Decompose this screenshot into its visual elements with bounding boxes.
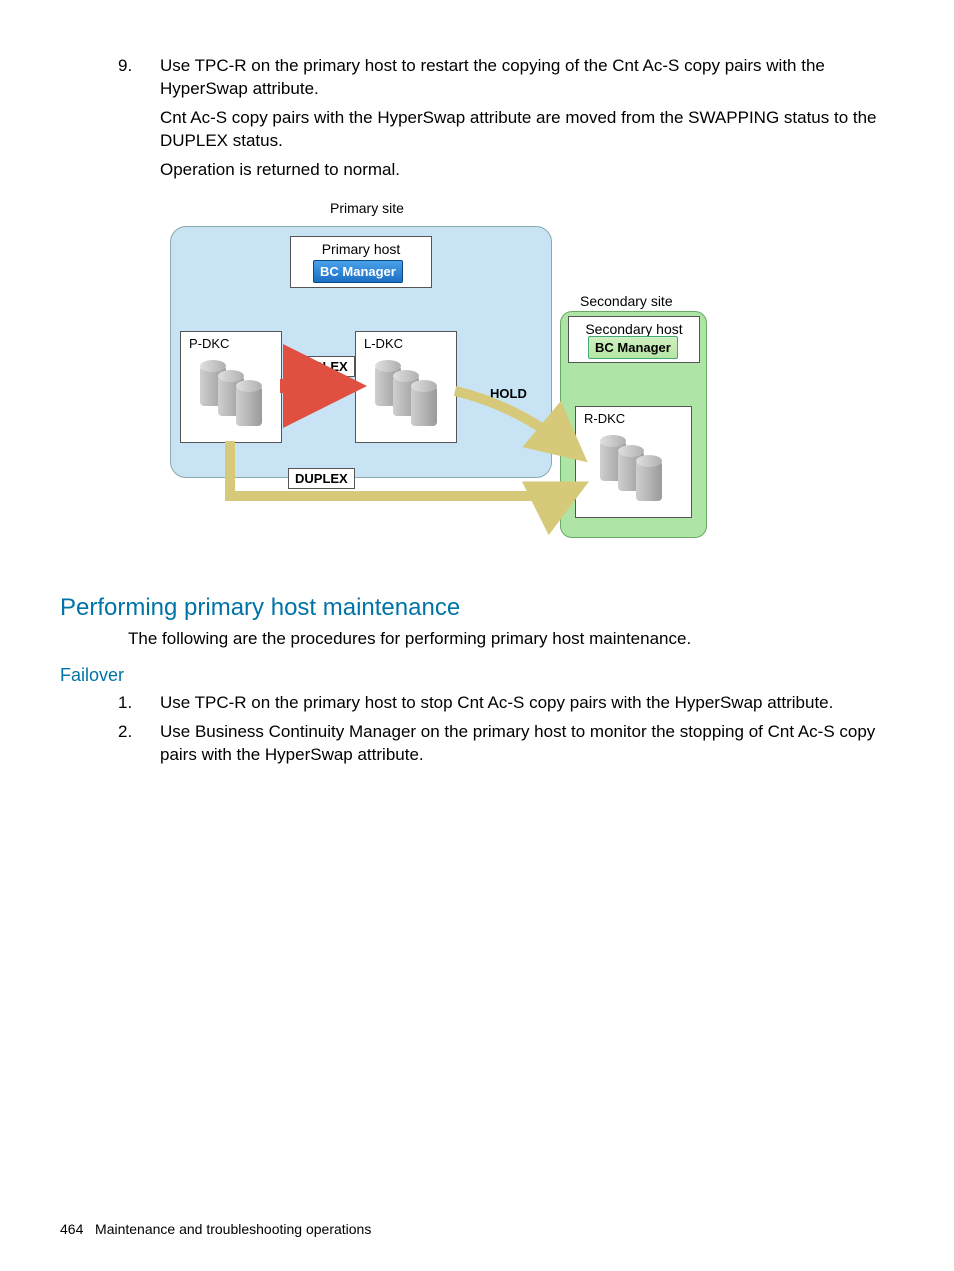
r-dkc-label: R-DKC <box>584 411 625 426</box>
list-item-9: 9. Use TPC-R on the primary host to rest… <box>118 55 894 101</box>
footer-title: Maintenance and troubleshooting operatio… <box>95 1221 371 1237</box>
page: 9. Use TPC-R on the primary host to rest… <box>0 0 954 1271</box>
page-number: 464 <box>60 1221 83 1237</box>
l-dkc-label: L-DKC <box>364 336 403 351</box>
list-number: 2. <box>118 721 160 744</box>
page-footer: 464 Maintenance and troubleshooting oper… <box>60 1221 371 1237</box>
list-number: 9. <box>118 55 160 78</box>
bc-manager-primary-badge: BC Manager <box>313 260 403 283</box>
primary-host-label: Primary host <box>291 241 431 257</box>
secondary-host-label: Secondary host <box>569 321 699 337</box>
duplex-label-1: DUPLEX <box>288 356 355 377</box>
list-text: Use TPC-R on the primary host to stop Cn… <box>160 692 894 715</box>
step9-para2: Operation is returned to normal. <box>160 159 894 182</box>
section-intro: The following are the procedures for per… <box>128 628 894 651</box>
subsection-heading-failover: Failover <box>60 665 894 686</box>
primary-site-label: Primary site <box>330 200 404 216</box>
cylinder-icon <box>236 386 262 426</box>
list-number: 1. <box>118 692 160 715</box>
architecture-diagram: Primary site Primary host BC Manager Sec… <box>160 196 710 566</box>
secondary-site-label: Secondary site <box>580 293 673 309</box>
list-item: 2. Use Business Continuity Manager on th… <box>118 721 894 767</box>
bc-manager-secondary-badge: BC Manager <box>588 336 678 359</box>
section-heading-primary-host-maintenance: Performing primary host maintenance <box>60 594 894 622</box>
cylinder-icon <box>411 386 437 426</box>
p-dkc-label: P-DKC <box>189 336 229 351</box>
list-item: 1. Use TPC-R on the primary host to stop… <box>118 692 894 715</box>
cylinder-icon <box>636 461 662 501</box>
duplex-label-2: DUPLEX <box>288 468 355 489</box>
step9-para1: Cnt Ac-S copy pairs with the HyperSwap a… <box>160 107 894 153</box>
hold-label: HOLD <box>490 386 527 401</box>
list-text: Use TPC-R on the primary host to restart… <box>160 55 894 101</box>
list-text: Use Business Continuity Manager on the p… <box>160 721 894 767</box>
